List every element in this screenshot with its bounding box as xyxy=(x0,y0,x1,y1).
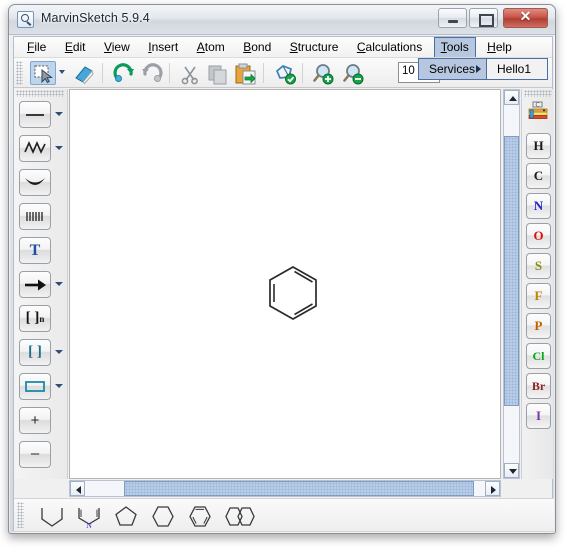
status-bar: 2D * x xyxy=(14,531,554,533)
maximize-button[interactable] xyxy=(469,8,498,28)
clean-structure-button[interactable] xyxy=(271,61,297,85)
svg-text:N: N xyxy=(86,521,92,530)
select-tool-dropdown-arrow[interactable] xyxy=(59,70,65,74)
chain-bond-tool-dropdown-arrow[interactable] xyxy=(55,146,63,150)
client-area: File Edit View Insert Atom Bond Structur… xyxy=(13,36,554,533)
toolbar-separator xyxy=(302,63,303,83)
periodic-table-button[interactable]: C xyxy=(526,99,550,123)
element-button-F[interactable]: F xyxy=(526,283,551,309)
menu-item-hello1-label: Hello1 xyxy=(497,62,532,76)
template-toolbar: N xyxy=(14,498,554,531)
menu-view[interactable]: View xyxy=(97,37,137,57)
toolbar-separator xyxy=(263,63,264,83)
select-rectangle-tool[interactable] xyxy=(30,61,56,85)
element-button-P[interactable]: P xyxy=(526,313,551,339)
menu-bar: File Edit View Insert Atom Bond Structur… xyxy=(14,37,552,58)
toolbar-separator xyxy=(169,63,170,83)
element-button-H[interactable]: H xyxy=(526,133,551,159)
menu-item-services-label: Services xyxy=(429,62,476,76)
scroll-down-button[interactable] xyxy=(504,463,519,478)
single-bond-tool[interactable] xyxy=(19,101,51,128)
rectangle-tool-dropdown-arrow[interactable] xyxy=(55,384,63,388)
window-title: MarvinSketch 5.9.4 xyxy=(41,11,150,25)
tools-dropdown-menu: Services Hello1 xyxy=(418,58,548,80)
wedge-bond-tool[interactable] xyxy=(19,169,51,196)
template-toolbar-grip[interactable] xyxy=(17,502,24,528)
menu-tools[interactable]: Tools xyxy=(433,37,476,57)
menu-atom[interactable]: Atom xyxy=(190,37,232,57)
bracket-tool[interactable]: [ ] xyxy=(19,339,51,366)
element-button-N[interactable]: N xyxy=(526,193,551,219)
menu-item-services[interactable]: Services xyxy=(419,59,487,79)
menu-item-hello1[interactable]: Hello1 xyxy=(487,59,547,79)
canvas-surface[interactable] xyxy=(70,90,500,478)
title-bar: MarvinSketch 5.9.4 ✕ xyxy=(9,5,555,35)
naphthalene-template[interactable] xyxy=(219,502,263,529)
menu-file[interactable]: File xyxy=(20,37,53,57)
close-icon: ✕ xyxy=(519,10,532,25)
paste-button[interactable] xyxy=(232,61,258,85)
copy-button[interactable] xyxy=(204,61,230,85)
toolbar-separator xyxy=(102,63,103,83)
reaction-arrow-tool-dropdown-arrow[interactable] xyxy=(55,282,63,286)
element-button-O[interactable]: O xyxy=(526,223,551,249)
element-button-C[interactable]: C xyxy=(526,163,551,189)
undo-button[interactable] xyxy=(110,61,136,85)
vertical-scroll-thumb[interactable] xyxy=(504,136,519,406)
bracket-tool-dropdown-arrow[interactable] xyxy=(55,350,63,354)
horizontal-scrollbar[interactable] xyxy=(69,480,501,497)
polymer-bracket-tool[interactable]: [ ]n xyxy=(19,305,51,332)
horizontal-scroll-thumb[interactable] xyxy=(124,481,474,496)
drawing-tool-palette: T [ ]n [ ] + – xyxy=(14,89,68,479)
minimize-button[interactable] xyxy=(438,8,467,28)
rectangle-tool[interactable] xyxy=(19,373,51,400)
menu-structure[interactable]: Structure xyxy=(283,37,346,57)
cut-button[interactable] xyxy=(176,61,202,85)
single-bond-tool-dropdown-arrow[interactable] xyxy=(55,112,63,116)
vertical-scrollbar[interactable] xyxy=(503,89,520,479)
cyclohexane-template[interactable] xyxy=(145,502,179,529)
text-tool[interactable]: T xyxy=(19,237,51,264)
element-palette: C H C N O S F P Cl Br I xyxy=(521,89,553,479)
menu-edit[interactable]: Edit xyxy=(58,37,93,57)
cyclopentane-template[interactable] xyxy=(108,502,142,529)
increase-charge-tool[interactable]: + xyxy=(19,407,51,434)
menu-help[interactable]: Help xyxy=(480,37,519,57)
scroll-up-button[interactable] xyxy=(504,90,519,105)
right-palette-grip[interactable] xyxy=(524,90,552,97)
toolbar-grip[interactable] xyxy=(16,61,23,85)
reaction-arrow-tool[interactable] xyxy=(19,271,51,298)
element-button-I[interactable]: I xyxy=(526,403,551,429)
element-button-S[interactable]: S xyxy=(526,253,551,279)
molecule-canvas[interactable] xyxy=(69,89,501,479)
decrease-charge-tool[interactable]: – xyxy=(19,441,51,468)
menu-calculations[interactable]: Calculations xyxy=(350,37,429,57)
chevron-right-icon xyxy=(476,65,481,73)
cyclopentane-open-template[interactable] xyxy=(34,502,68,529)
pyrrole-template[interactable]: N xyxy=(71,502,105,530)
scroll-right-button[interactable] xyxy=(485,481,500,496)
eraser-tool[interactable] xyxy=(70,61,96,85)
redo-button[interactable] xyxy=(138,61,164,85)
zoom-in-button[interactable] xyxy=(310,61,336,85)
left-palette-grip[interactable] xyxy=(16,90,64,97)
element-button-Cl[interactable]: Cl xyxy=(526,343,551,369)
menu-insert[interactable]: Insert xyxy=(141,37,185,57)
hash-bond-tool[interactable] xyxy=(19,203,51,230)
menu-bond[interactable]: Bond xyxy=(236,37,278,57)
benzene-template[interactable] xyxy=(182,502,216,529)
marvinsketch-window: MarvinSketch 5.9.4 ✕ File Edit View Inse… xyxy=(8,4,556,534)
svg-text:C: C xyxy=(536,103,540,109)
element-button-Br[interactable]: Br xyxy=(526,373,551,399)
scroll-left-button[interactable] xyxy=(70,481,85,496)
zoom-out-button[interactable] xyxy=(340,61,366,85)
benzene-ring[interactable] xyxy=(70,90,500,478)
chain-bond-tool[interactable] xyxy=(19,135,51,162)
close-button[interactable]: ✕ xyxy=(503,8,548,28)
magnifier-icon xyxy=(17,11,34,28)
